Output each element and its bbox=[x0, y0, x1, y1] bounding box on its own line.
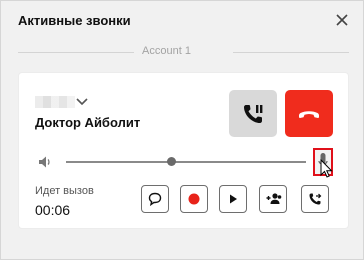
phone-pause-icon bbox=[244, 105, 263, 123]
play-button[interactable] bbox=[219, 185, 247, 213]
account-label: Account 1 bbox=[142, 45, 191, 57]
close-icon[interactable] bbox=[334, 12, 350, 28]
chat-button[interactable] bbox=[141, 185, 169, 213]
contact-name: Доктор Айболит bbox=[35, 115, 141, 130]
volume-slider-thumb[interactable] bbox=[167, 157, 177, 166]
window-title: Активные звонки bbox=[18, 13, 131, 28]
chevron-down-icon[interactable] bbox=[76, 98, 88, 106]
call-timer: 00:06 bbox=[35, 202, 71, 218]
transfer-call-icon bbox=[309, 193, 322, 205]
transfer-call-button[interactable] bbox=[301, 185, 329, 213]
chat-bubble-icon bbox=[148, 192, 162, 206]
hold-call-button[interactable] bbox=[229, 90, 277, 137]
add-participant-icon bbox=[266, 193, 282, 204]
add-participant-button[interactable] bbox=[259, 185, 287, 213]
divider-line-right bbox=[233, 52, 349, 53]
hang-up-icon bbox=[299, 111, 319, 118]
active-calls-window: Активные звонки Account 1 Доктор Айболит bbox=[0, 0, 364, 260]
contact-avatar-blurred bbox=[35, 96, 75, 108]
play-icon bbox=[230, 194, 237, 204]
hang-up-button[interactable] bbox=[285, 90, 333, 137]
call-card: Доктор Айболит Идет вызов 00:06 bbox=[18, 72, 349, 229]
mouse-cursor-icon bbox=[320, 159, 333, 178]
record-icon bbox=[188, 193, 200, 205]
volume-slider-track[interactable] bbox=[66, 161, 306, 163]
record-button[interactable] bbox=[180, 185, 208, 213]
call-status: Идет вызов bbox=[35, 185, 94, 197]
speaker-icon bbox=[39, 156, 50, 168]
